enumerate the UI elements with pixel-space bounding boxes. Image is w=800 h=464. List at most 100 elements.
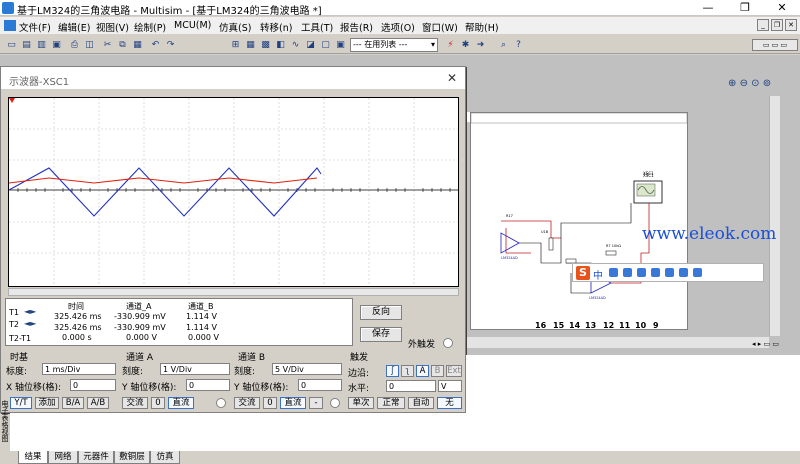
timebase-xpos-field[interactable]: 0 (70, 379, 116, 391)
probe-arrow-icon[interactable]: ➜ (473, 38, 488, 53)
document-icon[interactable] (4, 20, 16, 31)
menu-window[interactable]: 窗口(W) (422, 20, 458, 34)
tab-simulation[interactable]: 仿真 (150, 451, 180, 464)
channel-a-scale-field[interactable]: 1 V/Div (160, 363, 230, 375)
zoom-fit-icon[interactable]: ⊚ (763, 78, 771, 89)
ext-trigger-terminal[interactable] (443, 338, 453, 348)
oscilloscope-screen[interactable] (8, 97, 459, 287)
channel-b-zero-button[interactable]: 0 (263, 397, 277, 409)
mode-add-button[interactable]: 添加 (35, 397, 59, 409)
t1-arrows-icon[interactable]: ◄► (24, 307, 36, 316)
trigger-source-a-button[interactable]: A (416, 365, 429, 377)
channel-b-ac-button[interactable]: 交流 (234, 397, 260, 409)
trigger-single-button[interactable]: 单次 (348, 397, 374, 409)
database-icon[interactable]: ▩ (258, 38, 273, 53)
skin-icon[interactable] (665, 268, 674, 277)
channel-a-dc-button[interactable]: 直流 (168, 397, 194, 409)
new-file-icon[interactable]: ▭ (4, 38, 19, 53)
trigger-none-button[interactable]: 无 (437, 397, 462, 409)
channel-a-terminal[interactable] (216, 398, 226, 408)
mode-yt-button[interactable]: Y/T (10, 397, 32, 409)
scope-horizontal-scrollbar[interactable] (8, 288, 459, 296)
design-toolbox-icon[interactable]: ⊞ (228, 38, 243, 53)
emoji-icon[interactable] (623, 268, 632, 277)
keyboard-icon[interactable] (651, 268, 660, 277)
print-preview-icon[interactable]: ◫ (82, 38, 97, 53)
save-button[interactable]: 保存 (360, 327, 402, 342)
cursor-t1-marker[interactable] (9, 98, 15, 103)
trigger-level-field[interactable]: 0 (386, 380, 436, 392)
menu-mcu[interactable]: MCU(M) (174, 20, 211, 31)
menu-reports[interactable]: 报告(R) (340, 20, 373, 34)
help-icon[interactable]: ? (511, 38, 526, 53)
grapher-icon[interactable]: ◪ (303, 38, 318, 53)
mdi-close-button[interactable]: ✕ (785, 19, 797, 31)
menu-view[interactable]: 视图(V) (96, 20, 129, 34)
minimize-button[interactable]: — (690, 0, 726, 16)
channel-b-dc-button[interactable]: 直流 (280, 397, 306, 409)
ime-mode[interactable]: 中 (593, 267, 603, 282)
rising-edge-icon[interactable]: ʃ (386, 365, 399, 377)
menu-file[interactable]: 文件(F) (19, 20, 51, 34)
channel-a-zero-button[interactable]: 0 (151, 397, 165, 409)
t2-arrows-icon[interactable]: ◄► (24, 319, 36, 328)
tab-nets[interactable]: 网络 (48, 451, 78, 464)
menu-simulate[interactable]: 仿真(S) (219, 20, 251, 34)
tools-icon[interactable] (679, 268, 688, 277)
oscilloscope-title-bar[interactable]: 示波器-XSC1 ✕ (1, 67, 465, 89)
component-wizard-icon[interactable]: ◧ (273, 38, 288, 53)
close-button[interactable]: ✕ (764, 0, 800, 16)
probe-settings-icon[interactable]: ✱ (458, 38, 473, 53)
channel-b-ypos-field[interactable]: 0 (298, 379, 342, 391)
vertical-scrollbar[interactable] (769, 96, 780, 336)
horizontal-scrollbar[interactable] (463, 337, 769, 348)
save-icon[interactable]: ▣ (49, 38, 64, 53)
channel-a-ac-button[interactable]: 交流 (122, 397, 148, 409)
menu-place[interactable]: 绘制(P) (134, 20, 166, 34)
nav-first-icon[interactable]: ◂ (752, 340, 756, 348)
find-icon[interactable]: ⌕ (496, 38, 511, 53)
spreadsheet-view-icon[interactable]: ▦ (243, 38, 258, 53)
tab-results[interactable]: 结果 (18, 451, 48, 464)
annotate-icon[interactable]: ▣ (333, 38, 348, 53)
menu-edit[interactable]: 编辑(E) (58, 20, 90, 34)
mdi-minimize-button[interactable]: _ (757, 19, 769, 31)
sogou-logo-icon[interactable]: S (576, 266, 590, 280)
trigger-normal-button[interactable]: 正常 (377, 397, 405, 409)
nav-next-icon[interactable]: ▭ (764, 340, 771, 348)
trigger-source-ext-button[interactable]: Ext (446, 365, 462, 377)
trigger-auto-button[interactable]: 自动 (408, 397, 434, 409)
wrench-icon[interactable] (693, 268, 702, 277)
copy-icon[interactable]: ⧉ (115, 38, 130, 53)
nav-prev-icon[interactable]: ▸ (758, 340, 762, 348)
channel-b-minus-button[interactable]: - (309, 397, 323, 409)
probe-icon[interactable]: ⚡ (443, 38, 458, 53)
zoom-area-icon[interactable]: ⊙ (751, 78, 759, 89)
postprocessor-icon[interactable]: ∿ (288, 38, 303, 53)
zoom-out-icon[interactable]: ⊖ (740, 78, 748, 89)
trigger-level-unit[interactable]: V (438, 380, 462, 392)
nav-last-icon[interactable]: ▭ (772, 340, 779, 348)
mode-ab-button[interactable]: A/B (87, 397, 109, 409)
mdi-restore-button[interactable]: ❐ (771, 19, 783, 31)
channel-b-scale-field[interactable]: 5 V/Div (272, 363, 342, 375)
right-toolbar-box[interactable]: ▭ ▭ ▭ (752, 39, 798, 51)
falling-edge-icon[interactable]: ʅ (401, 365, 414, 377)
microphone-icon[interactable] (637, 268, 646, 277)
schematic-sheet[interactable]: XSC1 R17 U1B LM324AD U4C LM324AD R7 10kΩ (470, 112, 688, 330)
electrical-rules-icon[interactable]: ▢ (318, 38, 333, 53)
oscilloscope-close-button[interactable]: ✕ (447, 71, 457, 85)
in-use-list-dropdown[interactable]: --- 在用列表 --- ▾ (350, 38, 438, 52)
paste-icon[interactable]: ▦ (130, 38, 145, 53)
timebase-scale-field[interactable]: 1 ms/Div (42, 363, 116, 375)
trigger-source-b-button[interactable]: B (431, 365, 444, 377)
channel-b-terminal[interactable] (330, 398, 340, 408)
cut-icon[interactable]: ✂ (100, 38, 115, 53)
tab-copper-layers[interactable]: 敷铜层 (114, 451, 150, 464)
maximize-button[interactable]: ❐ (727, 0, 763, 16)
open-sample-icon[interactable]: ▥ (34, 38, 49, 53)
print-icon[interactable]: ⎙ (67, 38, 82, 53)
zoom-in-icon[interactable]: ⊕ (728, 78, 736, 89)
menu-options[interactable]: 选项(O) (381, 20, 415, 34)
mode-ba-button[interactable]: B/A (62, 397, 84, 409)
